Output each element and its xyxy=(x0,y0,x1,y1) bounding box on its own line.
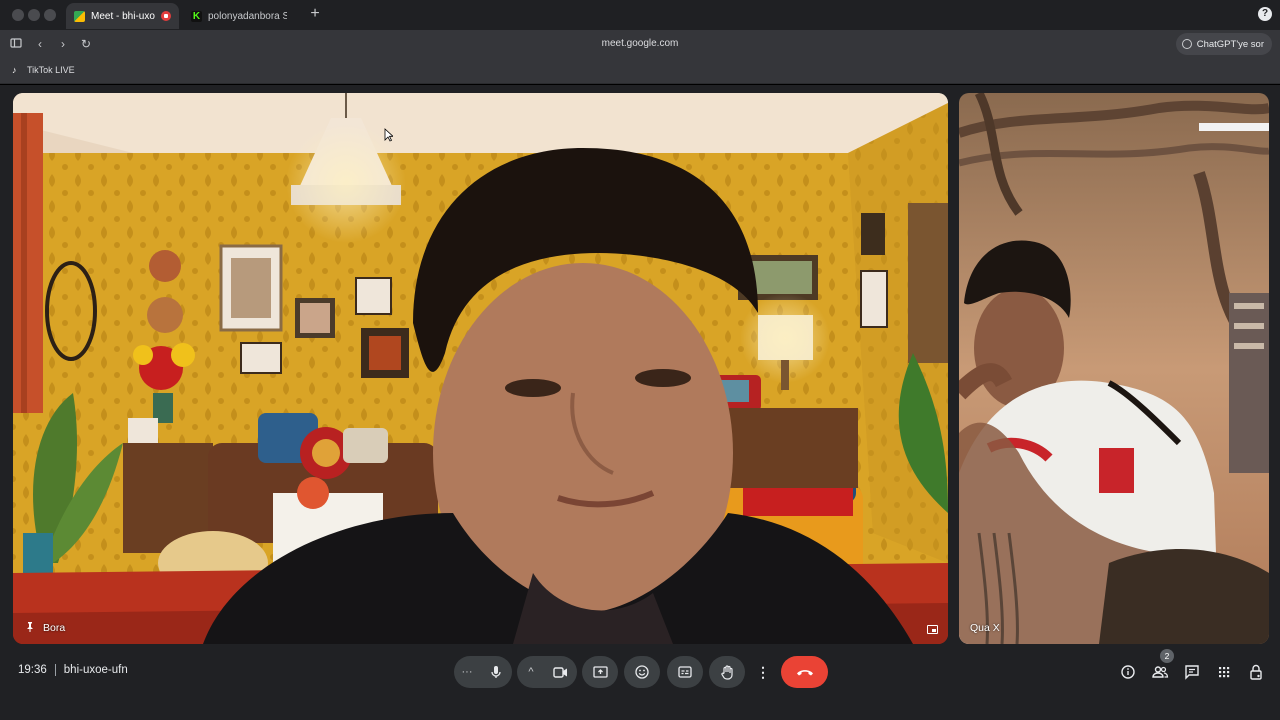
host-controls-lock-icon xyxy=(1250,664,1262,680)
camera-control-group: ^ xyxy=(517,656,577,688)
extension-label: ChatGPT'ye sor xyxy=(1196,38,1264,50)
captions-button[interactable] xyxy=(667,656,703,688)
tab-meet[interactable]: Meet - bhi-uxoe- xyxy=(66,3,179,29)
raise-hand-icon xyxy=(720,664,733,680)
meet-control-bar: 19:36 bhi-uxoe-ufn ··· ^ ⋮ 2 xyxy=(0,648,1280,696)
people-icon xyxy=(1152,666,1169,678)
back-icon[interactable]: ‹ xyxy=(33,37,47,51)
meeting-code[interactable]: bhi-uxoe-ufn xyxy=(64,664,128,676)
participants-count-badge: 2 xyxy=(1160,649,1174,663)
meeting-details-button[interactable] xyxy=(1118,662,1138,682)
sidebar-toggle-icon[interactable] xyxy=(10,37,24,51)
chatgpt-extension-button[interactable]: ChatGPT'ye sor xyxy=(1175,33,1272,55)
emoji-icon xyxy=(635,665,649,679)
host-controls-button[interactable] xyxy=(1246,662,1266,682)
present-screen-icon xyxy=(592,666,608,678)
audio-settings-icon[interactable]: ··· xyxy=(454,656,480,688)
people-button[interactable] xyxy=(1150,662,1170,682)
more-options-icon[interactable]: ⋮ xyxy=(755,656,771,688)
chat-button[interactable] xyxy=(1182,662,1202,682)
tab-kick-stream[interactable]: K polonyadanbora Stre xyxy=(183,3,295,29)
pin-icon xyxy=(25,622,35,633)
captions-icon xyxy=(678,666,692,678)
emoji-reactions-button[interactable] xyxy=(624,656,660,688)
participant-video-bora xyxy=(13,93,948,644)
participant-tile-main[interactable]: Bora xyxy=(13,93,948,644)
participant-name-label: Qua X xyxy=(970,622,1000,634)
bookmark-label: TikTok LIVE xyxy=(27,65,75,75)
activities-grid-icon xyxy=(1219,667,1230,678)
minimize-window-button[interactable] xyxy=(28,9,40,21)
reload-icon[interactable]: ↻ xyxy=(79,37,93,51)
participant-name: Qua X xyxy=(970,622,1000,634)
mouse-cursor-icon xyxy=(384,128,393,142)
kick-favicon-icon: K xyxy=(191,10,202,22)
microphone-icon[interactable] xyxy=(480,656,512,688)
hangup-icon xyxy=(796,670,813,676)
maximize-window-button[interactable] xyxy=(44,9,56,21)
meeting-info: 19:36 bhi-uxoe-ufn xyxy=(18,664,128,676)
activities-button[interactable] xyxy=(1214,662,1234,682)
new-tab-icon[interactable]: + xyxy=(306,5,324,23)
browser-toolbar: ‹ › ↻ meet.google.com ChatGPT'ye sor xyxy=(0,30,1280,58)
close-window-button[interactable] xyxy=(12,9,24,21)
microphone-control-group: ··· xyxy=(454,656,512,688)
info-icon xyxy=(1121,665,1135,679)
tab-title: Meet - bhi-uxoe- xyxy=(91,10,155,22)
bookmark-tiktok-live[interactable]: ♪ TikTok LIVE xyxy=(12,65,75,75)
raise-hand-button[interactable] xyxy=(709,656,745,688)
participant-name: Bora xyxy=(43,622,66,634)
video-settings-chevron-up-icon[interactable]: ^ xyxy=(518,656,544,688)
participant-tile-side[interactable]: Qua X xyxy=(959,93,1269,644)
meet-stage: Bora Qua X xyxy=(0,85,1280,720)
bookmarks-bar: ♪ TikTok LIVE xyxy=(0,58,1280,84)
camera-icon[interactable] xyxy=(544,656,576,688)
present-screen-button[interactable] xyxy=(582,656,618,688)
picture-in-picture-icon[interactable] xyxy=(927,625,938,634)
chatgpt-icon xyxy=(1181,39,1192,49)
participant-name-label: Bora xyxy=(25,622,65,634)
participant-video-qua-x xyxy=(959,93,1269,644)
forward-icon[interactable]: › xyxy=(56,37,70,51)
profile-icon[interactable]: ? xyxy=(1258,7,1272,21)
leave-call-button[interactable] xyxy=(781,656,828,688)
meet-favicon-icon xyxy=(74,10,85,22)
browser-titlebar: Meet - bhi-uxoe- K polonyadanbora Stre +… xyxy=(0,0,1280,30)
divider xyxy=(54,664,56,676)
chat-icon xyxy=(1185,665,1199,680)
address-bar[interactable]: meet.google.com xyxy=(540,36,740,52)
recording-indicator-icon xyxy=(161,11,171,21)
tab-title: polonyadanbora Stre xyxy=(208,10,287,22)
tiktok-icon: ♪ xyxy=(12,65,17,75)
meeting-time: 19:36 xyxy=(18,664,47,676)
